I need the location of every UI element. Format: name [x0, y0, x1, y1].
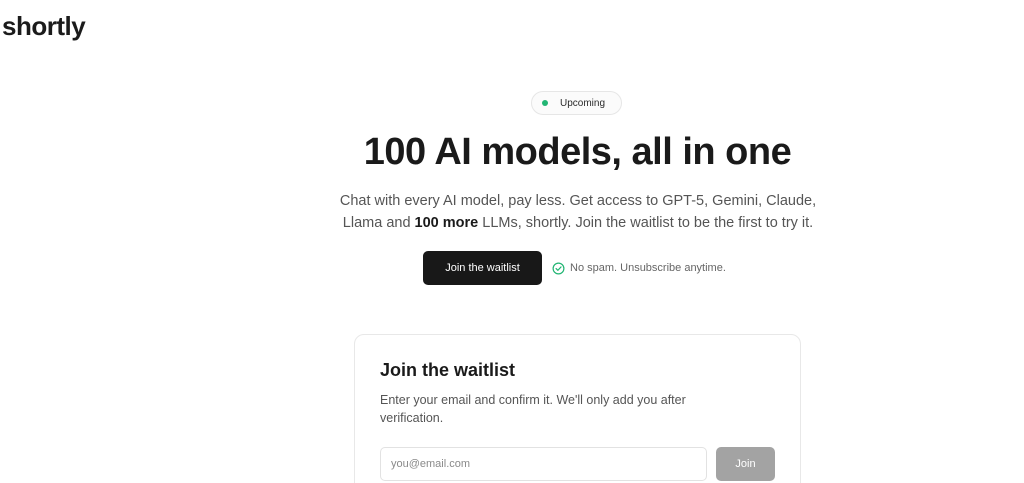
hero-subtitle: Chat with every AI model, pay less. Get … — [300, 190, 856, 234]
hero-title: 100 AI models, all in one — [363, 131, 792, 173]
landing-page: shortly Upcoming 100 AI models, all in o… — [0, 0, 1024, 483]
hero-subtitle-line-2-start: Llama and — [342, 215, 415, 231]
join-waitlist-button[interactable]: Join the waitlist — [423, 251, 542, 285]
status-badge-label: Upcoming — [560, 97, 606, 109]
status-badge: Upcoming — [531, 91, 622, 115]
no-spam-note: No spam. Unsubscribe anytime. — [552, 262, 726, 275]
join-button[interactable]: Join — [716, 447, 775, 481]
hero-subtitle-line-1: Chat with every AI model, pay less. Get … — [339, 193, 817, 209]
waitlist-card-title: Join the waitlist — [380, 360, 516, 380]
check-circle-icon — [552, 262, 565, 275]
hero-subtitle-line-2-end: LLMs, shortly. Join the waitlist to be t… — [478, 215, 814, 231]
cta-row: Join the waitlist No spam. Unsubscribe a… — [423, 251, 726, 285]
waitlist-card: Join the waitlist Enter your email and c… — [354, 334, 801, 483]
email-input[interactable] — [380, 447, 707, 481]
no-spam-text: No spam. Unsubscribe anytime. — [570, 262, 726, 274]
hero-subtitle-highlight: 100 more — [414, 215, 479, 231]
waitlist-card-description: Enter your email and confirm it. We'll o… — [380, 393, 686, 425]
brand-logo[interactable]: shortly — [2, 11, 86, 42]
status-dot-icon — [542, 100, 548, 106]
